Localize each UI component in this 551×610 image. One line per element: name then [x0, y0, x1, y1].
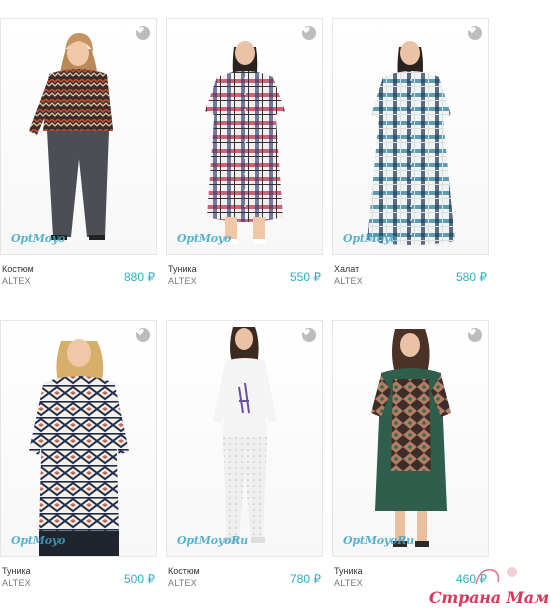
- product-image[interactable]: OptMoyo: [166, 18, 323, 255]
- product-brand: ALTEX: [168, 276, 197, 286]
- favorite-button[interactable]: [468, 328, 482, 342]
- image-watermark: OptMoyoRu: [177, 534, 248, 547]
- product-image[interactable]: OptMoyo: [332, 18, 489, 255]
- product-card[interactable]: OptMoyo Костюм ALTEX 880 ₽: [0, 18, 157, 290]
- product-brand: ALTEX: [168, 578, 197, 588]
- product-name[interactable]: Костюм: [168, 566, 200, 576]
- product-name[interactable]: Туника: [168, 264, 197, 274]
- product-image[interactable]: OptMoyo: [0, 18, 157, 255]
- image-watermark: OptMoyo: [11, 534, 66, 547]
- product-price: 550 ₽: [290, 270, 321, 284]
- product-brand: ALTEX: [2, 276, 31, 286]
- heart-icon: [468, 329, 476, 336]
- product-card[interactable]: OptMoyo Халат ALTEX 580 ₽: [332, 18, 489, 290]
- product-brand: ALTEX: [334, 276, 363, 286]
- image-watermark: OptMoyo: [11, 232, 66, 245]
- product-brand: ALTEX: [334, 578, 363, 588]
- heart-icon: [468, 27, 476, 34]
- product-brand: ALTEX: [2, 578, 31, 588]
- image-watermark: OptMoyo: [177, 232, 232, 245]
- product-name[interactable]: Туника: [2, 566, 31, 576]
- favorite-button[interactable]: [136, 328, 150, 342]
- image-watermark: OptMoyoRu: [343, 534, 414, 547]
- product-card[interactable]: OptMoyoRu Туника ALTEX 460 ₽: [332, 320, 489, 592]
- favorite-button[interactable]: [136, 26, 150, 40]
- product-card[interactable]: OptMoyo Туника ALTEX 500 ₽: [0, 320, 157, 592]
- logo-decoration-icon: [475, 567, 517, 585]
- product-price: 880 ₽: [124, 270, 155, 284]
- product-card[interactable]: OptMoyo Туника ALTEX 550 ₽: [166, 18, 323, 290]
- product-image[interactable]: OptMoyoRu: [166, 320, 323, 557]
- product-price: 580 ₽: [456, 270, 487, 284]
- favorite-button[interactable]: [302, 328, 316, 342]
- product-name[interactable]: Костюм: [2, 264, 34, 274]
- heart-icon: [302, 27, 310, 34]
- heart-icon: [302, 329, 310, 336]
- heart-icon: [136, 27, 144, 34]
- product-card[interactable]: OptMoyoRu Костюм ALTEX 780 ₽: [166, 320, 323, 592]
- product-name[interactable]: Халат: [334, 264, 359, 274]
- product-price: 780 ₽: [290, 572, 321, 586]
- product-name[interactable]: Туника: [334, 566, 363, 576]
- heart-icon: [136, 329, 144, 336]
- favorite-button[interactable]: [302, 26, 316, 40]
- product-price: 500 ₽: [124, 572, 155, 586]
- site-watermark-logo: Страна Мам: [428, 588, 549, 607]
- product-image[interactable]: OptMoyoRu: [332, 320, 489, 557]
- favorite-button[interactable]: [468, 26, 482, 40]
- product-image[interactable]: OptMoyo: [0, 320, 157, 557]
- image-watermark: OptMoyo: [343, 232, 398, 245]
